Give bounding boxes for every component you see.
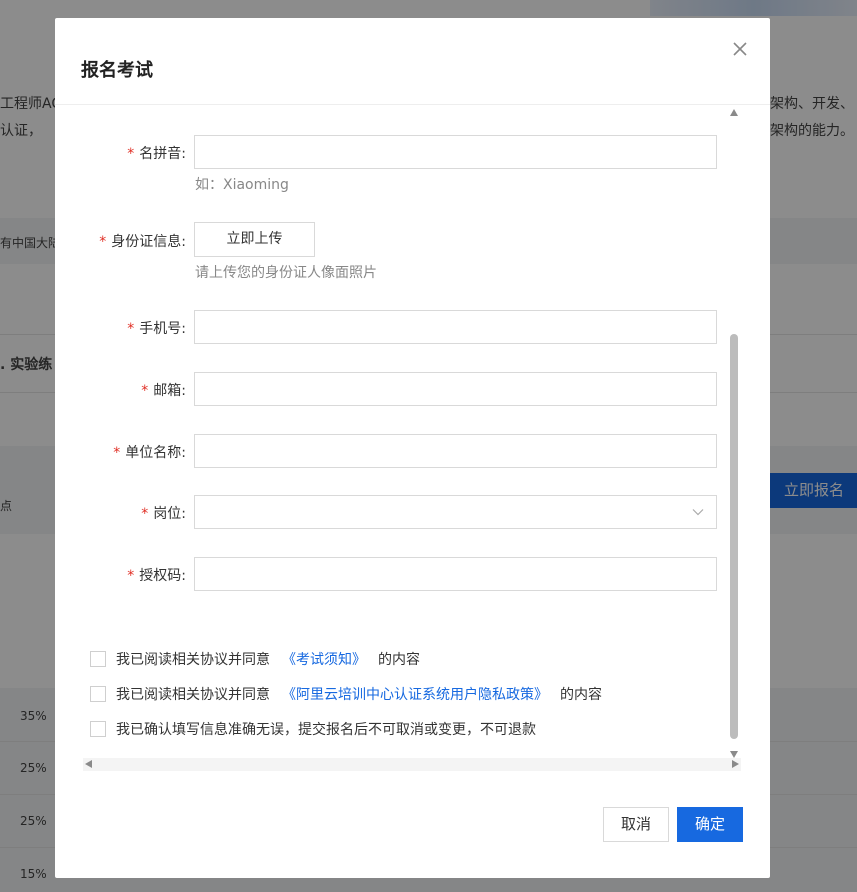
field-hint: 请上传您的身份证人像面照片	[195, 265, 377, 281]
field-label-text: 身份证信息:	[111, 234, 186, 250]
registration-modal: 报名考试 * 名拼音: 如：Xiaoming * 身份证信息: 立即上传 请上传您的…	[55, 18, 770, 878]
auth-code-input[interactable]	[194, 557, 717, 591]
vertical-scrollbar[interactable]	[727, 106, 740, 758]
agreement-checkbox[interactable]	[90, 651, 106, 667]
agreement-checkbox[interactable]	[90, 721, 106, 737]
field-label: * 手机号:	[127, 318, 186, 338]
field-label: * 名拼音:	[127, 143, 186, 163]
exam-notice-link[interactable]: 《考试须知》	[282, 652, 366, 668]
scroll-down-arrow-icon[interactable]	[730, 751, 738, 758]
confirm-button[interactable]: 确定	[677, 807, 743, 842]
field-label: * 单位名称:	[113, 442, 186, 462]
upload-id-button[interactable]: 立即上传	[194, 222, 315, 257]
field-label-text: 授权码:	[139, 568, 186, 584]
agreement-confirm-info: 我已确认填写信息准确无误，提交报名后不可取消或变更，不可退款	[90, 719, 536, 739]
scrollbar-thumb[interactable]	[730, 334, 738, 739]
required-mark: *	[141, 506, 149, 522]
required-mark: *	[127, 321, 135, 337]
field-label-text: 单位名称:	[125, 445, 186, 461]
field-label-text: 名拼音:	[139, 146, 186, 162]
field-label-text: 邮箱:	[153, 383, 186, 399]
field-hint: 如：Xiaoming	[195, 177, 289, 193]
registration-form: * 名拼音: 如：Xiaoming * 身份证信息: 立即上传 请上传您的身份证人像…	[55, 105, 770, 785]
required-mark: *	[141, 383, 149, 399]
scroll-up-arrow-icon[interactable]	[730, 109, 738, 116]
position-select[interactable]	[194, 495, 717, 529]
agreement-checkbox[interactable]	[90, 686, 106, 702]
agreement-exam-notice: 我已阅读相关协议并同意 《考试须知》 的内容	[90, 649, 420, 669]
agreement-text: 我已阅读相关协议并同意	[116, 687, 270, 703]
chevron-down-icon	[692, 509, 704, 516]
agreement-suffix: 的内容	[560, 687, 602, 703]
agreement-text: 我已阅读相关协议并同意	[116, 652, 270, 668]
agreement-text: 我已确认填写信息准确无误，提交报名后不可取消或变更，不可退款	[116, 722, 536, 738]
field-label: * 邮箱:	[141, 380, 186, 400]
required-mark: *	[127, 568, 135, 584]
field-label-text: 岗位:	[153, 506, 186, 522]
field-label: * 授权码:	[127, 565, 186, 585]
required-mark: *	[127, 146, 135, 162]
agreement-privacy-policy: 我已阅读相关协议并同意 《阿里云培训中心认证系统用户隐私政策》 的内容	[90, 684, 602, 704]
privacy-policy-link[interactable]: 《阿里云培训中心认证系统用户隐私政策》	[282, 687, 548, 703]
agreement-suffix: 的内容	[378, 652, 420, 668]
modal-title: 报名考试	[81, 60, 153, 81]
scroll-left-arrow-icon[interactable]	[85, 760, 92, 768]
field-label: * 岗位:	[141, 503, 186, 523]
field-label: * 身份证信息:	[99, 231, 186, 251]
field-label-text: 手机号:	[139, 321, 186, 337]
horizontal-scrollbar[interactable]	[83, 758, 741, 771]
email-input[interactable]	[194, 372, 717, 406]
required-mark: *	[113, 445, 121, 461]
phone-input[interactable]	[194, 310, 717, 344]
name-pinyin-input[interactable]	[194, 135, 717, 169]
cancel-button[interactable]: 取消	[603, 807, 669, 842]
company-input[interactable]	[194, 434, 717, 468]
scroll-right-arrow-icon[interactable]	[732, 760, 739, 768]
close-icon[interactable]	[729, 38, 751, 60]
required-mark: *	[99, 234, 107, 250]
